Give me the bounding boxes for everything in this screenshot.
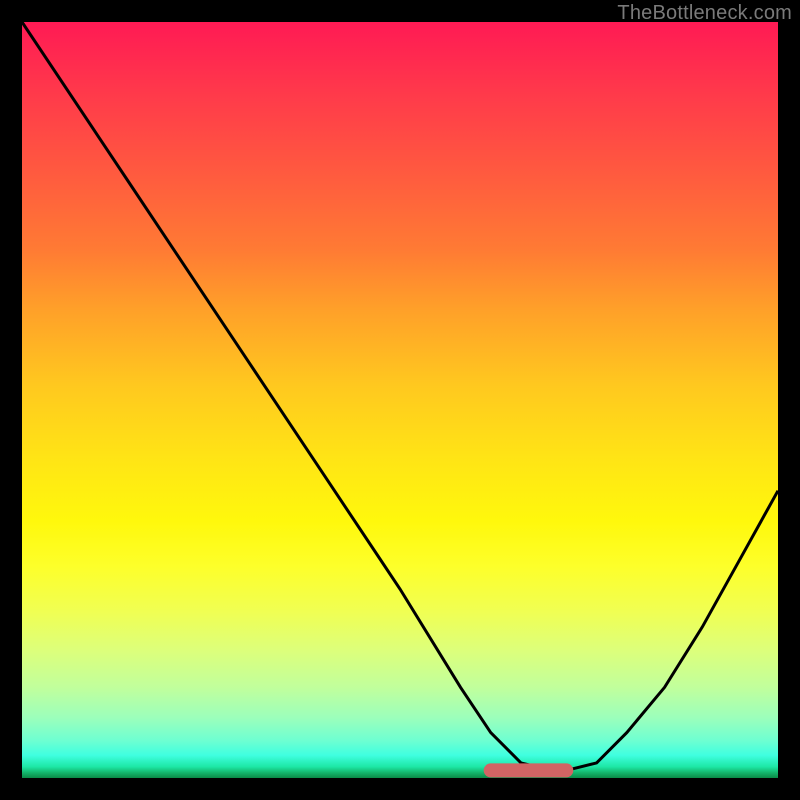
chart-frame [22, 22, 778, 778]
bottleneck-curve-path [22, 22, 778, 770]
watermark-text: TheBottleneck.com [617, 2, 792, 25]
chart-svg [22, 22, 778, 778]
